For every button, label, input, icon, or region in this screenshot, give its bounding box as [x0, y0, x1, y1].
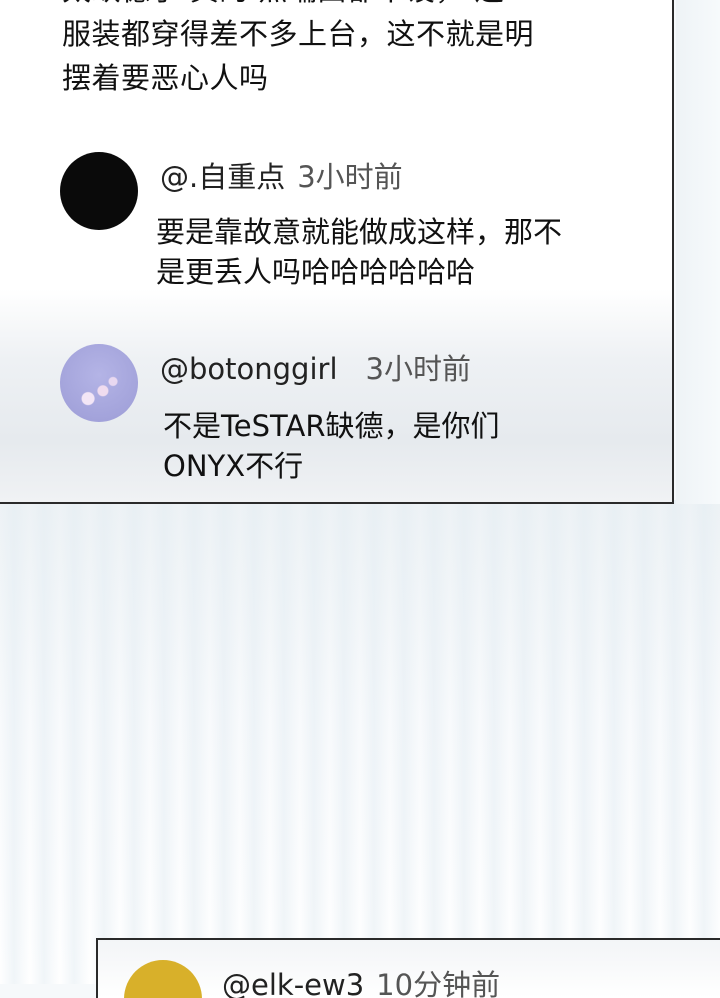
comment-meta: @.自重点 3小时前 — [160, 154, 403, 196]
comment-text-line-1: 要是靠故意就能做成这样，那不 — [156, 215, 563, 249]
comment-meta: @botonggirl 3小时前 — [160, 346, 471, 388]
avatar[interactable] — [60, 152, 138, 230]
comment-username[interactable]: @botonggirl — [160, 352, 338, 386]
comment-timestamp: 3小时前 — [365, 352, 471, 386]
comment-text: 不是TeSTAR缺德，是你们 ONYX不行 — [163, 406, 623, 486]
comment-text: 要是靠故意就能做成这样，那不 是更丢人吗哈哈哈哈哈哈 — [156, 212, 616, 292]
comment-text-line-2: 是更丢人吗哈哈哈哈哈哈 — [156, 255, 476, 289]
background-strip — [676, 0, 720, 504]
top-comment-line-2: 服装都穿得差不多上台，这不就是明 — [62, 17, 535, 51]
avatar[interactable] — [124, 960, 202, 998]
top-comment-line-1: 太缺德了 真的 点瑞曲都不设， 连 — [62, 0, 582, 12]
top-comment-line-3: 摆着要恶心人吗 — [62, 61, 269, 95]
comment-text-line-2: ONYX不行 — [163, 449, 304, 483]
avatar[interactable] — [60, 344, 138, 422]
top-comment-text: 太缺德了 真的 点瑞曲都不设， 连 服装都穿得差不多上台，这不就是明 摆着要恶心… — [62, 0, 582, 100]
comment-meta: @elk-ew3 10分钟前 — [222, 962, 500, 998]
comment-username[interactable]: @.自重点 — [160, 160, 285, 194]
background-haze — [0, 500, 720, 984]
next-comment-panel: @elk-ew3 10分钟前 — [96, 938, 720, 998]
comment-text-line-1: 不是TeSTAR缺德，是你们 — [163, 409, 500, 443]
comment-username[interactable]: @elk-ew3 — [222, 968, 364, 998]
comment-timestamp: 10分钟前 — [376, 968, 501, 998]
comment-panel: 太缺德了 真的 点瑞曲都不设， 连 服装都穿得差不多上台，这不就是明 摆着要恶心… — [0, 0, 674, 504]
comment-timestamp: 3小时前 — [297, 160, 403, 194]
